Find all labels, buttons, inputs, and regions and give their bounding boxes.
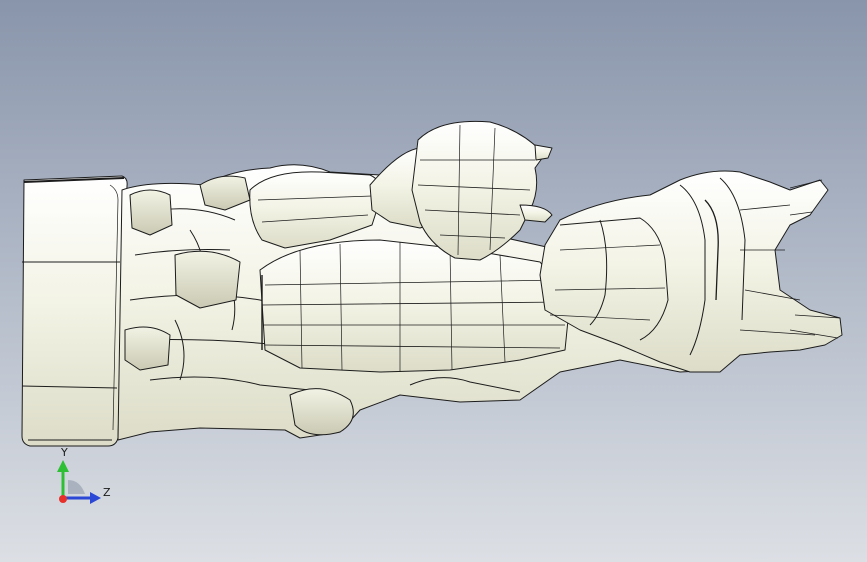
cad-graphics-viewport[interactable]: Y Z [0,0,867,562]
model-base-block[interactable] [21,175,128,447]
viewport-canvas[interactable] [0,0,867,562]
model-torso[interactable] [259,239,571,373]
triad-y-label: Y [61,446,68,459]
triad-z-label: Z [103,486,111,499]
triad-x-origin [59,495,67,503]
